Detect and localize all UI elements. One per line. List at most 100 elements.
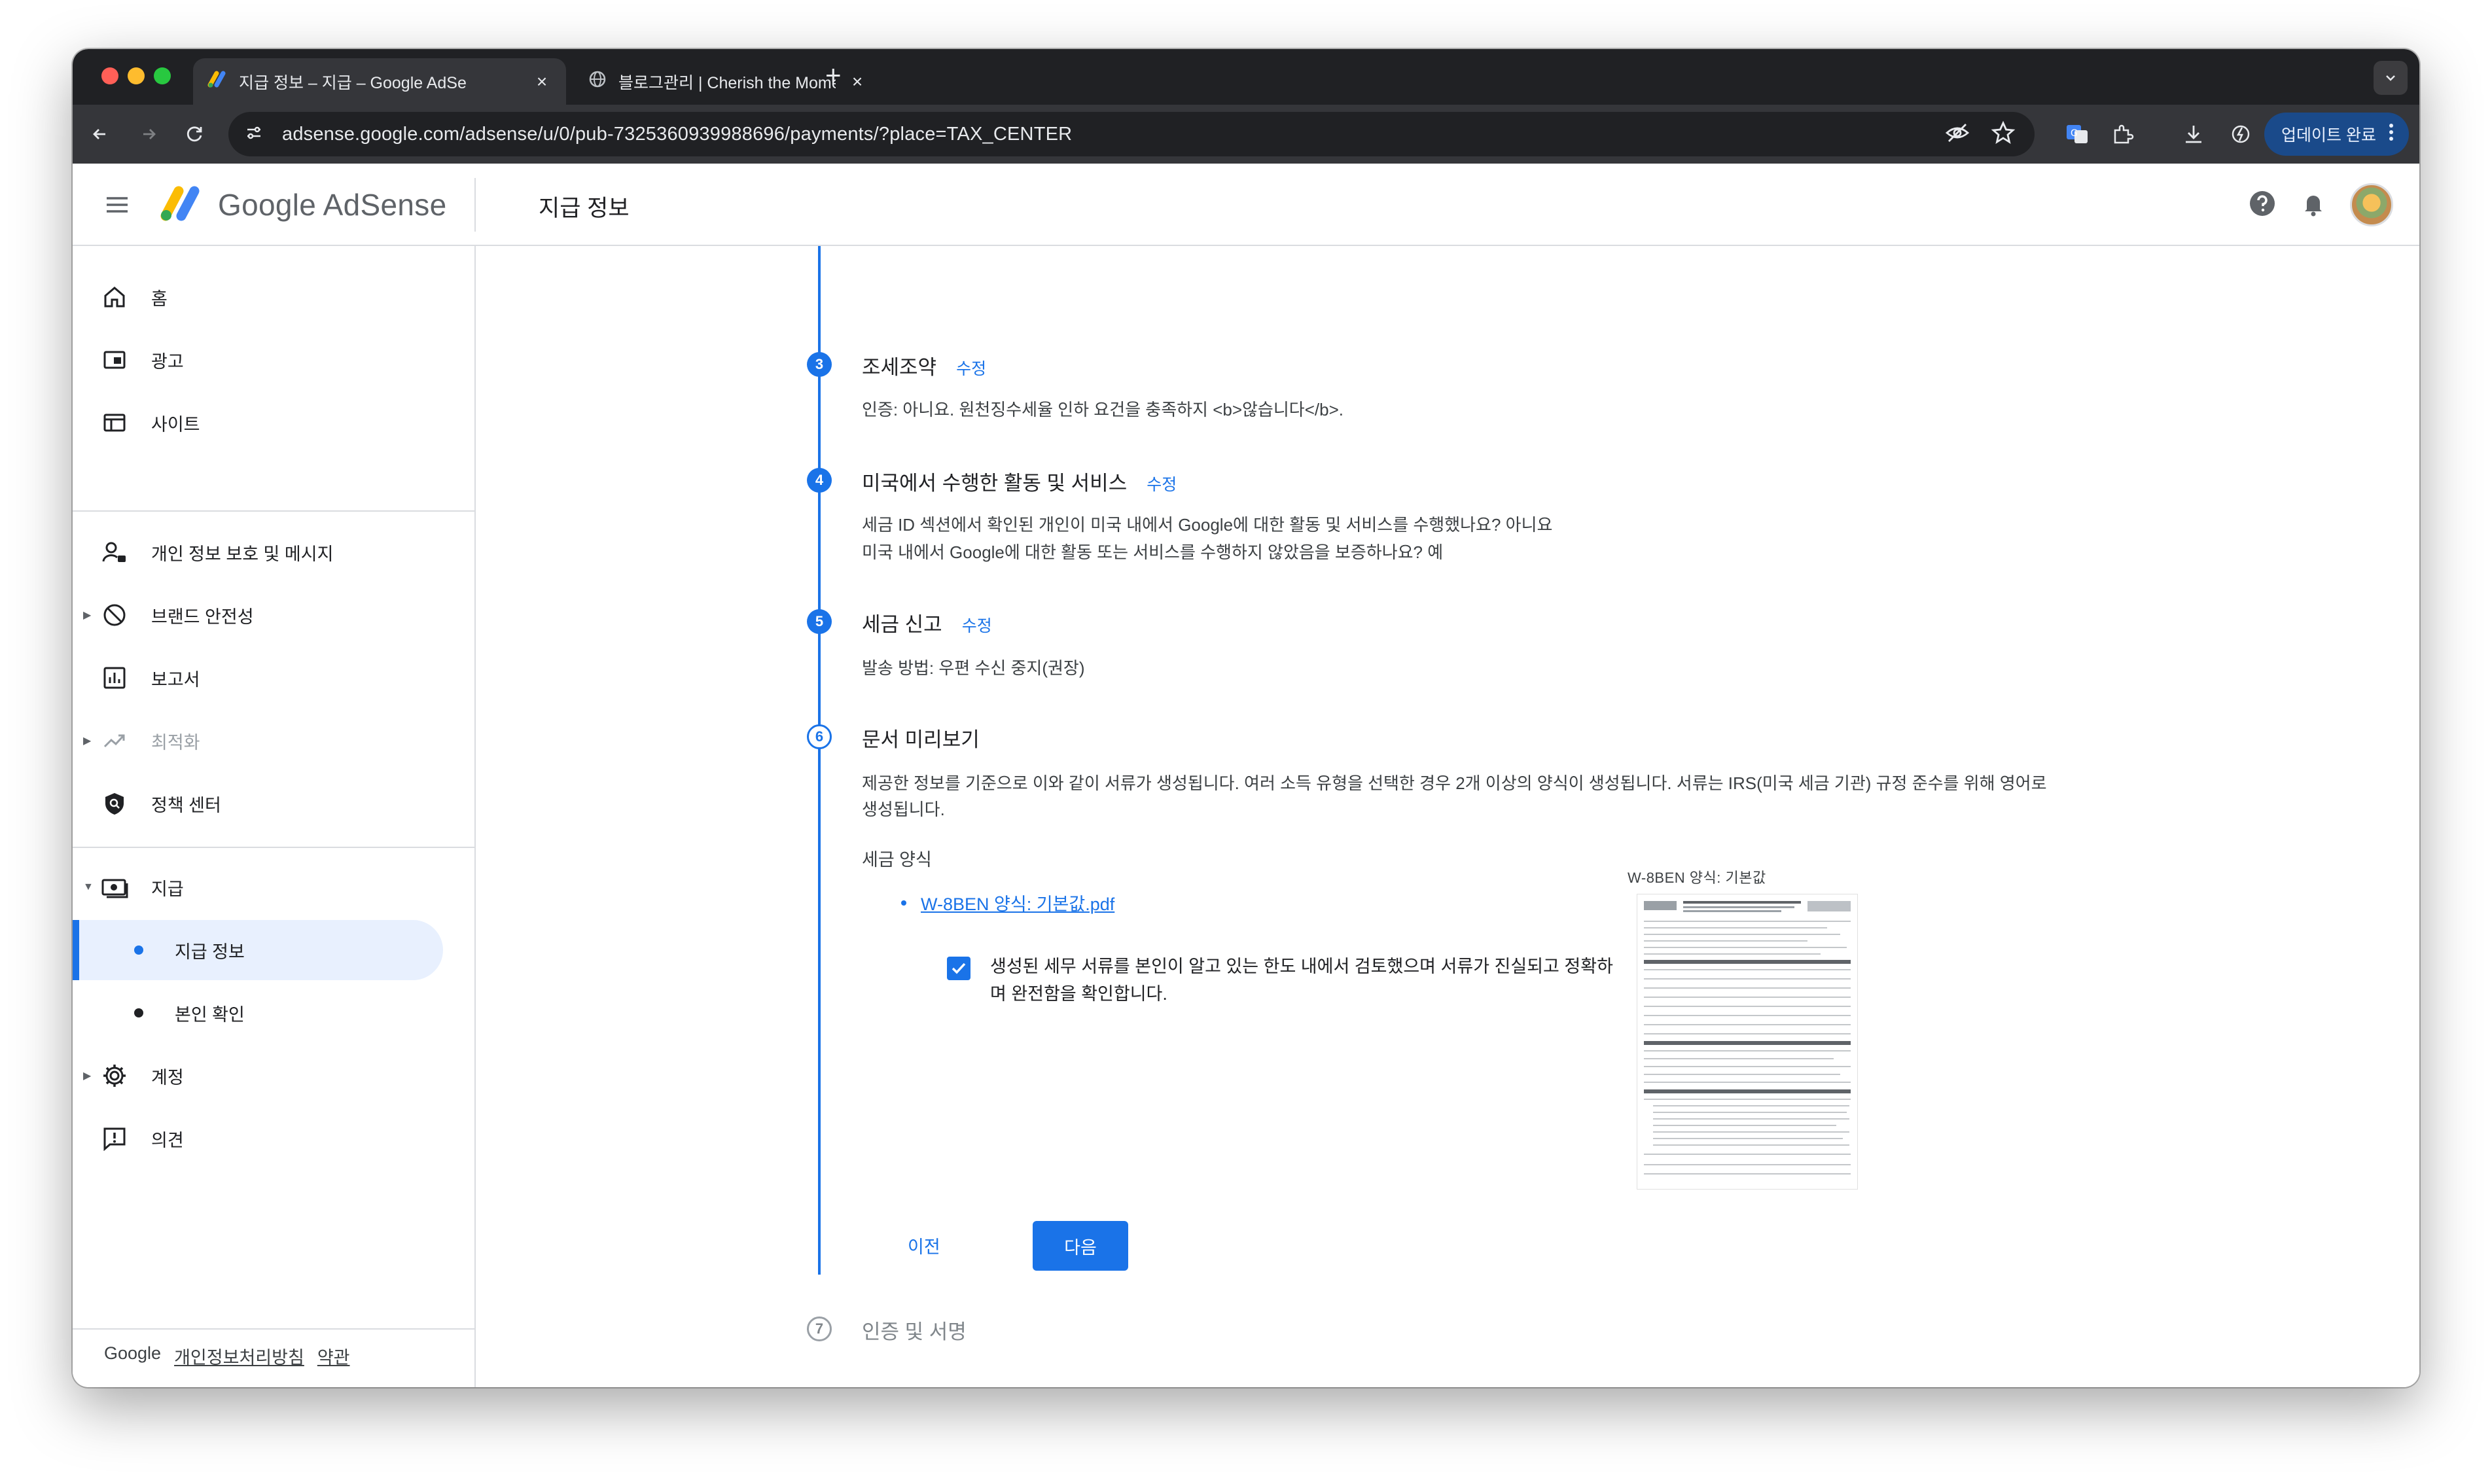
sidebar-item-ads[interactable]: 광고 (73, 330, 459, 390)
feedback-icon (100, 1124, 129, 1153)
sidebar-item-label: 계정 (151, 1067, 184, 1087)
globe-icon (588, 70, 607, 93)
download-icon[interactable] (2179, 119, 2209, 149)
sidebar-item-account[interactable]: ▶ 계정 (73, 1046, 459, 1106)
eye-off-icon[interactable] (1944, 120, 1970, 149)
tab-adsense[interactable]: 지급 정보 – 지급 – Google AdSe × (193, 58, 566, 105)
sidebar-divider (73, 1328, 476, 1330)
confirm-checkbox[interactable] (947, 957, 970, 980)
sidebar-item-feedback[interactable]: 의견 (73, 1108, 459, 1169)
preview-label: W-8BEN 양식: 기본값 (1628, 870, 1766, 886)
sidebar-item-label: 지급 (151, 879, 184, 899)
browser-window: 지급 정보 – 지급 – Google AdSe × 블로그관리 | Cheri… (73, 49, 2419, 1387)
maximize-window-button[interactable] (154, 67, 171, 84)
performance-icon[interactable] (2226, 119, 2256, 149)
step-3-header: 조세조약 수정 (862, 351, 986, 380)
adsense-logo-icon (159, 183, 205, 222)
menu-icon[interactable] (104, 192, 130, 218)
block-icon (100, 601, 129, 629)
sidebar-item-payments[interactable]: ▼ 지급 (73, 857, 459, 917)
step-5-header: 세금 신고 수정 (862, 608, 992, 637)
step-6-body-line2: 생성됩니다. (862, 800, 945, 819)
address-bar[interactable]: adsense.google.com/adsense/u/0/pub-73253… (228, 112, 2035, 156)
sidebar-item-label: 지급 정보 (175, 942, 245, 962)
sidebar-item-sites[interactable]: 사이트 (73, 393, 459, 453)
extensions-puzzle-icon[interactable] (2108, 119, 2138, 149)
sidebar-item-label: 브랜드 안전성 (151, 607, 254, 627)
confirm-text: 생성된 세무 서류를 본인이 알고 있는 한도 내에서 검토했으며 서류가 진실… (990, 953, 2018, 1008)
step-3-badge: 3 (807, 352, 832, 377)
step-3-edit-link[interactable]: 수정 (956, 356, 986, 380)
close-window-button[interactable] (101, 67, 118, 84)
sidebar-nav: 홈 광고 사이트 개인 정보 보호 및 메시지 ▶ 브랜드 안전성 보고서 ▶ … (73, 246, 476, 1387)
sidebar-divider (73, 847, 476, 848)
minimize-window-button[interactable] (128, 67, 145, 84)
step-3-title: 조세조약 (862, 356, 937, 379)
app-header: Google AdSense 지급 정보 (73, 164, 2419, 246)
sidebar-item-label: 홈 (151, 289, 168, 309)
back-button[interactable] (84, 119, 115, 149)
update-button-label: 업데이트 완료 (2281, 126, 2376, 145)
url-text: adsense.google.com/adsense/u/0/pub-73253… (282, 123, 1073, 145)
step-4-edit-link[interactable]: 수정 (1147, 472, 1177, 495)
w8ben-pdf-link[interactable]: W-8BEN 양식: 기본값.pdf (921, 890, 1114, 915)
close-tab-icon[interactable]: × (532, 71, 552, 92)
sidebar-item-optimization[interactable]: ▶ 최적화 (73, 711, 459, 771)
sidebar-divider (73, 510, 476, 512)
close-tab-icon[interactable]: × (847, 71, 867, 92)
dot (134, 1008, 143, 1017)
reports-icon (100, 663, 129, 692)
header-divider (474, 178, 476, 232)
translate-extension-icon[interactable]: G (2062, 119, 2092, 149)
payments-icon (100, 873, 129, 902)
step-5-title: 세금 신고 (862, 613, 942, 636)
chevron-down-icon (2386, 75, 2395, 81)
home-icon (100, 283, 129, 311)
w8ben-preview-thumbnail[interactable] (1637, 894, 1858, 1190)
policy-shield-icon (100, 789, 129, 818)
forward-button[interactable] (134, 119, 164, 149)
terms-link[interactable]: 약관 (317, 1343, 350, 1369)
step-4-header: 미국에서 수행한 활동 및 서비스 수정 (862, 467, 1177, 496)
checkmark-icon (952, 963, 966, 974)
reload-button[interactable] (180, 119, 210, 149)
update-button[interactable]: 업데이트 완료 (2264, 113, 2409, 156)
privacy-icon (100, 538, 129, 567)
svg-text:G: G (2071, 128, 2078, 139)
browser-toolbar: adsense.google.com/adsense/u/0/pub-73253… (73, 105, 2419, 164)
sidebar-item-policy-center[interactable]: 정책 센터 (73, 773, 459, 834)
step-6-badge: 6 (807, 724, 832, 749)
help-icon[interactable] (2248, 189, 2277, 221)
sidebar-item-label: 최적화 (151, 732, 200, 752)
stepper-rail (818, 246, 821, 1275)
sidebar-item-home[interactable]: 홈 (73, 267, 459, 327)
bookmark-star-icon[interactable] (1990, 120, 2016, 149)
sidebar-item-brand-safety[interactable]: ▶ 브랜드 안전성 (73, 585, 459, 645)
sidebar-item-privacy[interactable]: 개인 정보 보호 및 메시지 (73, 522, 459, 582)
tab-title: 블로그관리 | Cherish the Mome (618, 73, 836, 92)
new-tab-button[interactable]: + (825, 60, 842, 91)
tab-strip: 지급 정보 – 지급 – Google AdSe × 블로그관리 | Cheri… (73, 49, 2419, 105)
step-7-title: 인증 및 서명 (862, 1320, 967, 1343)
previous-button[interactable]: 이전 (908, 1233, 940, 1258)
step-7-badge: 7 (807, 1316, 832, 1341)
sidebar-item-reports[interactable]: 보고서 (73, 648, 459, 708)
privacy-policy-link[interactable]: 개인정보처리방침 (174, 1343, 304, 1369)
tab-search-button[interactable] (2374, 61, 2408, 95)
sidebar-item-verification[interactable]: 본인 확인 (73, 983, 459, 1043)
step-5-badge: 5 (807, 609, 832, 634)
ads-icon (100, 345, 129, 374)
next-button[interactable]: 다음 (1033, 1221, 1128, 1271)
page-title: 지급 정보 (539, 196, 630, 221)
arrow-left-icon (93, 129, 105, 139)
sidebar-item-payment-info[interactable]: 지급 정보 (73, 920, 443, 980)
step-6-header: 문서 미리보기 (862, 723, 980, 752)
more-vert-icon (2388, 122, 2394, 147)
site-settings-icon[interactable] (244, 123, 264, 146)
gear-icon (100, 1061, 129, 1090)
step-5-edit-link[interactable]: 수정 (962, 613, 992, 637)
notifications-bell-icon[interactable] (2299, 189, 2328, 221)
main-content: 3 조세조약 수정 인증: 아니요. 원천징수세율 인하 요건을 충족하지 <b… (476, 246, 2419, 1387)
account-avatar[interactable] (2350, 183, 2393, 226)
step-4-title: 미국에서 수행한 활동 및 서비스 (862, 472, 1128, 495)
